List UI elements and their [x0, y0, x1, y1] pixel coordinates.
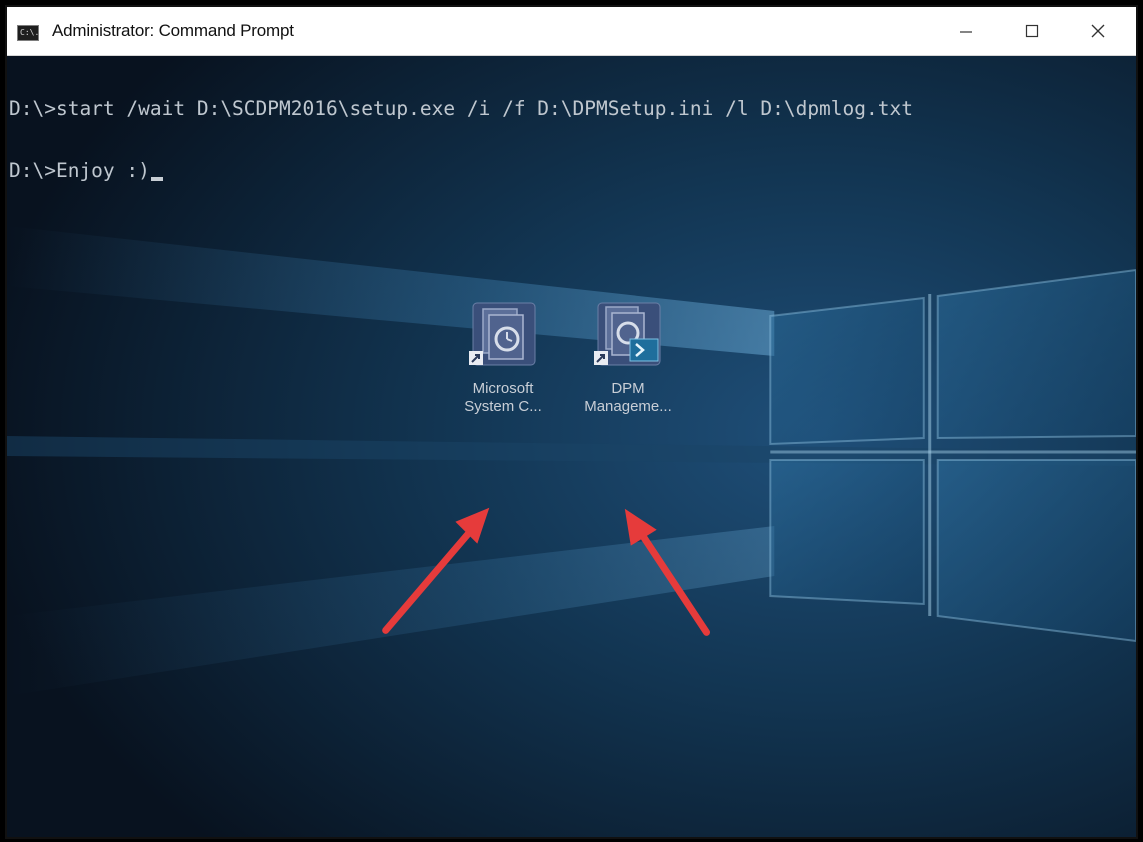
console-line-command: D:\>start /wait D:\SCDPM2016\setup.exe /…: [9, 97, 913, 120]
maximize-icon: [1025, 24, 1039, 38]
minimize-icon: [960, 31, 972, 33]
close-icon: [1091, 24, 1105, 38]
console-line-prompt-text: D:\>Enjoy :): [9, 159, 150, 182]
console-line-prompt: D:\>Enjoy :): [9, 159, 163, 182]
cmd-icon: C:\.: [17, 25, 39, 41]
command-prompt-window: C:\. Administrator: Command Prompt Micro…: [5, 5, 1138, 839]
title-bar[interactable]: C:\. Administrator: Command Prompt: [7, 7, 1136, 56]
window-title: Administrator: Command Prompt: [52, 21, 294, 40]
text-cursor: [150, 177, 163, 181]
maximize-button[interactable]: [999, 7, 1065, 55]
minimize-button[interactable]: [933, 7, 999, 55]
close-button[interactable]: [1065, 7, 1131, 55]
console-output[interactable]: D:\>start /wait D:\SCDPM2016\setup.exe /…: [7, 56, 1136, 837]
